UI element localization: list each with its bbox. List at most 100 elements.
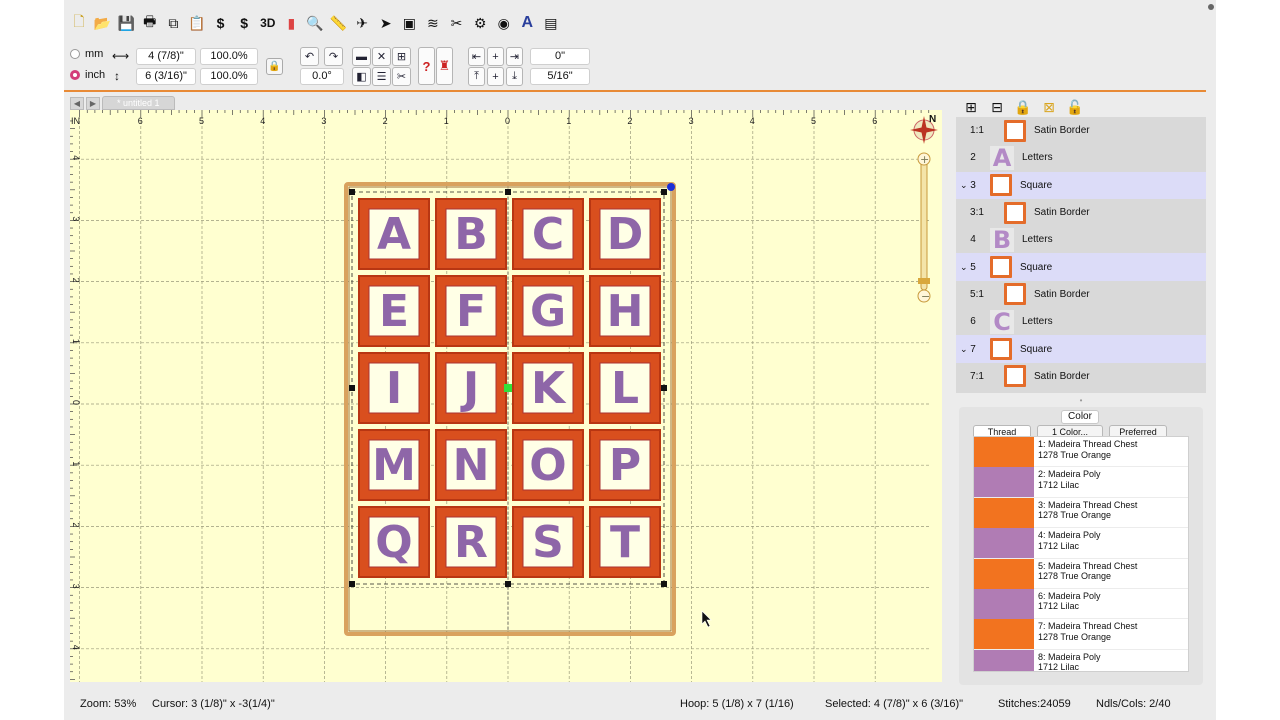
thread-list[interactable]: 1: Madeira Thread Chest 1278 True Orange 2… bbox=[973, 436, 1189, 672]
object-row[interactable]: ⌄ 7 Square bbox=[956, 335, 1206, 363]
height-percent-field[interactable]: 100.0% bbox=[200, 68, 258, 85]
letter-a[interactable]: A bbox=[377, 209, 411, 260]
resize-handle[interactable] bbox=[661, 189, 667, 195]
tab-document[interactable]: * untitled 1 bbox=[102, 96, 175, 110]
resize-handle[interactable] bbox=[661, 385, 667, 391]
tab-scroll-left[interactable]: ◀ bbox=[70, 96, 84, 110]
resize-handle[interactable] bbox=[349, 189, 355, 195]
object-row[interactable]: 3:1 Satin Border bbox=[956, 199, 1206, 226]
inch-radio-button[interactable] bbox=[70, 70, 80, 80]
align-right-button[interactable]: ⇥ bbox=[506, 47, 523, 66]
thread-swatch[interactable] bbox=[974, 528, 1034, 559]
thread-swatch[interactable] bbox=[974, 437, 1034, 467]
width-field[interactable]: 4 (7/8)" bbox=[136, 48, 196, 65]
letter-t[interactable]: T bbox=[610, 517, 640, 568]
letter-j[interactable]: J bbox=[460, 363, 479, 414]
align-bottom-button[interactable]: ⤓ bbox=[506, 67, 523, 86]
ruler-button[interactable]: 📏 bbox=[328, 12, 350, 34]
object-row[interactable]: 6 C Letters bbox=[956, 308, 1206, 336]
thread-row[interactable]: 7: Madeira Thread Chest 1278 True Orange bbox=[974, 619, 1188, 650]
object-list[interactable]: 1:1 Satin Border 2 A Letters ⌄ 3 Square 3:1 Satin… bbox=[956, 117, 1206, 393]
hoop-button[interactable]: ▣ bbox=[398, 12, 420, 34]
group-icon[interactable]: ⊞ bbox=[962, 98, 980, 116]
letter-n[interactable]: N bbox=[453, 440, 490, 491]
align-left-button[interactable]: ⇤ bbox=[468, 47, 485, 66]
letter-p[interactable]: P bbox=[609, 440, 641, 491]
mm-radio-button[interactable] bbox=[70, 49, 80, 59]
expand-chevron-icon[interactable]: ⌄ bbox=[960, 180, 968, 191]
design-canvas[interactable]: IN 6 5 4 3 2 1 0 1 2 3 4 5 6 4 3 2 1 0 1 2 3 4 A B C D E F G H I J K L M N O P… bbox=[70, 110, 942, 682]
width-percent-field[interactable]: 100.0% bbox=[200, 48, 258, 65]
offset-y-field[interactable]: 5/16" bbox=[530, 68, 590, 85]
list-button[interactable]: ☰ bbox=[372, 67, 391, 86]
resize-handle[interactable] bbox=[349, 385, 355, 391]
dollar-alt-button[interactable]: $ bbox=[233, 12, 255, 34]
thread-row[interactable]: 4: Madeira Poly 1712 Lilac bbox=[974, 528, 1188, 559]
unlock-icon[interactable]: 🔓 bbox=[1066, 98, 1084, 116]
open-folder-button[interactable]: 📂 bbox=[92, 12, 114, 34]
stamp-button[interactable]: ♜ bbox=[436, 47, 453, 85]
rotate-left-button[interactable]: ↶ bbox=[300, 47, 319, 66]
3d-button[interactable]: 3D bbox=[257, 12, 279, 34]
object-row[interactable]: 1:1 Satin Border bbox=[956, 117, 1206, 144]
letter-d[interactable]: D bbox=[607, 209, 644, 260]
object-row[interactable]: ⌄ 5 Square bbox=[956, 253, 1206, 281]
lock-ratio-button[interactable]: 🔒 bbox=[266, 58, 283, 75]
lock-icon[interactable]: 🔒 bbox=[1014, 98, 1032, 116]
thread-row[interactable]: 8: Madeira Poly 1712 Lilac bbox=[974, 649, 1188, 671]
bar-chart-button[interactable]: ▮ bbox=[280, 12, 302, 34]
letter-l[interactable]: L bbox=[611, 363, 639, 414]
mirror-button[interactable]: ✕ bbox=[372, 47, 391, 66]
resize-handle[interactable] bbox=[505, 581, 511, 587]
letter-b[interactable]: B bbox=[454, 209, 488, 260]
align-vcenter-button[interactable]: + bbox=[487, 67, 504, 86]
letter-k[interactable]: K bbox=[531, 363, 567, 414]
inch-radio[interactable]: inch bbox=[70, 69, 105, 81]
object-row[interactable]: 5:1 Satin Border bbox=[956, 281, 1206, 308]
letter-q[interactable]: Q bbox=[375, 517, 412, 568]
letter-s[interactable]: S bbox=[532, 517, 564, 568]
airplane-button[interactable]: ✈ bbox=[351, 12, 373, 34]
tab-scroll-right[interactable]: ▶ bbox=[86, 96, 100, 110]
align-top-button[interactable]: ▬ bbox=[352, 47, 371, 66]
save-button[interactable]: 💾 bbox=[115, 12, 137, 34]
thread-swatch[interactable] bbox=[974, 649, 1034, 671]
canvas-drawing[interactable]: IN 6 5 4 3 2 1 0 1 2 3 4 5 6432101234A B C DE F G HI J K LM N O P… bbox=[70, 110, 942, 682]
object-row[interactable]: 2 A Letters bbox=[956, 144, 1206, 172]
thread-swatch[interactable] bbox=[974, 558, 1034, 589]
align-top-edge-button[interactable]: ⤒ bbox=[468, 67, 485, 86]
letter-i[interactable]: I bbox=[386, 363, 402, 414]
new-file-button[interactable]: 🗋 bbox=[68, 12, 90, 34]
lock-x-icon[interactable]: ⊠ bbox=[1040, 98, 1058, 116]
resize-handle[interactable] bbox=[505, 189, 511, 195]
dollar-button[interactable]: $ bbox=[210, 12, 232, 34]
thread-row[interactable]: 5: Madeira Thread Chest 1278 True Orange bbox=[974, 558, 1188, 589]
letter-m[interactable]: M bbox=[372, 440, 416, 491]
letter-g[interactable]: G bbox=[530, 286, 566, 337]
stitch-button[interactable]: ≋ bbox=[422, 12, 444, 34]
thread-swatch[interactable] bbox=[974, 588, 1034, 619]
sewing-button[interactable]: ✂ bbox=[446, 12, 468, 34]
thread-swatch[interactable] bbox=[974, 619, 1034, 650]
center-button[interactable]: ⊞ bbox=[392, 47, 411, 66]
mm-radio[interactable]: mm bbox=[70, 48, 103, 60]
ungroup-icon[interactable]: ⊟ bbox=[988, 98, 1006, 116]
object-row[interactable]: 7:1 Satin Border bbox=[956, 363, 1206, 390]
copy-button[interactable]: ⧉ bbox=[162, 12, 184, 34]
rotate-handle[interactable] bbox=[667, 183, 675, 191]
paste-button[interactable]: 📋 bbox=[186, 12, 208, 34]
scissors-button[interactable]: ✂ bbox=[392, 67, 411, 86]
help-button[interactable]: ? bbox=[418, 47, 435, 85]
zoom-slider-thumb[interactable] bbox=[918, 278, 930, 284]
object-row[interactable]: 4 B Letters bbox=[956, 226, 1206, 254]
print-button[interactable]: 🖶 bbox=[139, 12, 161, 34]
expand-chevron-icon[interactable]: ⌄ bbox=[960, 262, 968, 273]
align-hcenter-button[interactable]: + bbox=[487, 47, 504, 66]
thread-row[interactable]: 6: Madeira Poly 1712 Lilac bbox=[974, 588, 1188, 620]
color-button[interactable]: ◉ bbox=[493, 12, 515, 34]
rotate-right-button[interactable]: ↷ bbox=[324, 47, 343, 66]
magnify-button[interactable]: 🔍 bbox=[304, 12, 326, 34]
resize-handle[interactable] bbox=[349, 581, 355, 587]
letter-e[interactable]: E bbox=[379, 286, 409, 337]
thread-row[interactable]: 2: Madeira Poly 1712 Lilac bbox=[974, 467, 1188, 498]
